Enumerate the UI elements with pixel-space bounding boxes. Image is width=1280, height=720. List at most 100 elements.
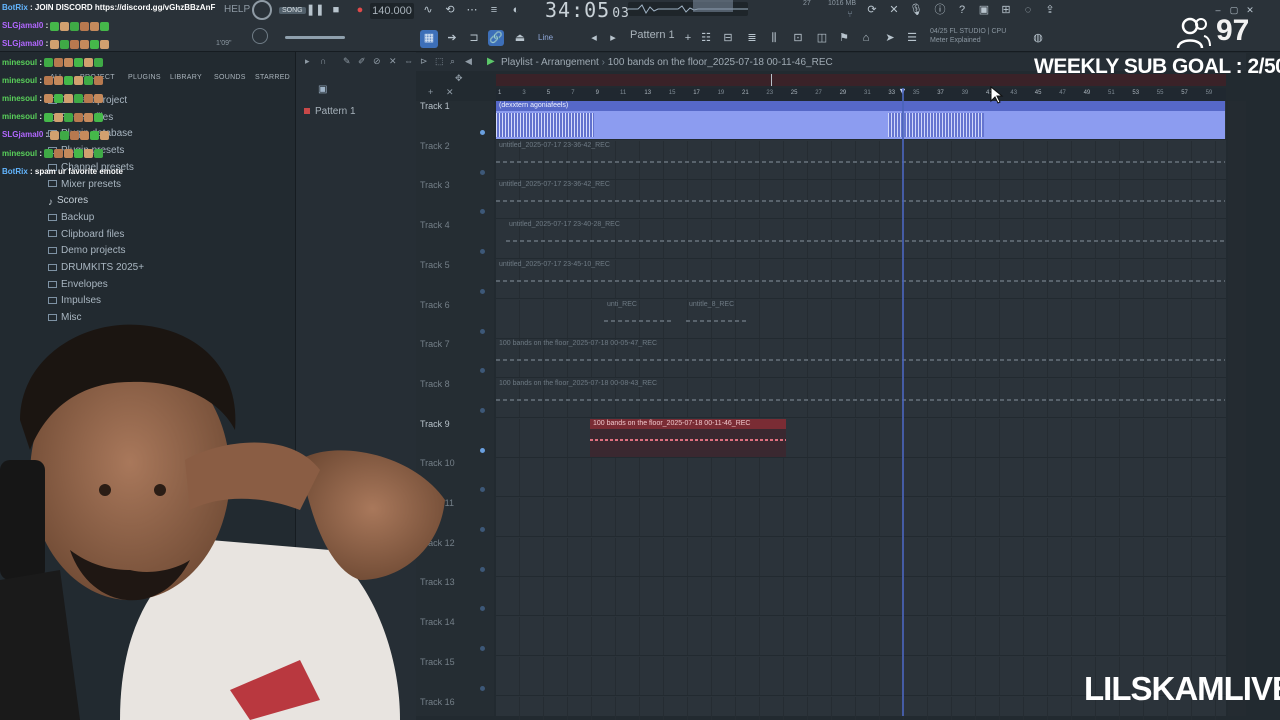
track-lane[interactable]: [496, 537, 1226, 577]
countdown-icon[interactable]: ⋯: [464, 2, 480, 18]
audio-clip[interactable]: untitled_2025-07-17 23-36-42_REC: [496, 141, 1225, 179]
audio-clip[interactable]: 100 bands on the floor_2025-07-18 00-11-…: [590, 418, 786, 457]
track-enable-icon[interactable]: [480, 407, 485, 413]
browser-item[interactable]: Impulses: [48, 295, 101, 311]
browser-item[interactable]: ♪ Scores: [48, 195, 88, 211]
plugin-picker-icon[interactable]: ◫: [814, 30, 830, 46]
vertical-scrollbar[interactable]: [1228, 101, 1246, 716]
close-track-icon[interactable]: ✕: [446, 87, 454, 98]
track-enable-icon[interactable]: [480, 447, 485, 453]
save-icon[interactable]: ▣: [976, 2, 992, 18]
pause-icon[interactable]: ❚❚: [306, 2, 324, 18]
track-enable-icon[interactable]: [480, 685, 485, 691]
audio-clip[interactable]: untitled_2025-07-17 23-40-28_REC: [506, 220, 1225, 258]
stop-icon[interactable]: ■: [328, 2, 344, 18]
pattern-selector[interactable]: Pattern 1: [630, 29, 680, 45]
close-panel-icon[interactable]: ✕: [886, 2, 902, 18]
tempo-display[interactable]: 140.000: [370, 3, 414, 19]
arrow-right-small-icon[interactable]: ▸: [605, 30, 621, 46]
track-enable-icon[interactable]: [480, 169, 485, 175]
help-icon[interactable]: ?: [954, 2, 970, 18]
step-edit-icon[interactable]: ≡: [486, 2, 502, 18]
chat-username[interactable]: SLGjamal0: [2, 39, 43, 48]
track-enable-icon[interactable]: [480, 249, 485, 255]
audio-clip[interactable]: untitled_2025-07-17 23-36-42_REC: [496, 180, 1225, 218]
slip-icon[interactable]: ⇔: [404, 56, 413, 66]
audio-clip[interactable]: 100 bands on the floor_2025-07-18 00-08-…: [496, 379, 1225, 417]
audio-clip[interactable]: (dexxtern agoniafeels): [496, 101, 1225, 139]
track-enable-icon[interactable]: [480, 566, 485, 572]
pattern-list-item[interactable]: Pattern 1: [304, 106, 356, 117]
playlist-view-icon[interactable]: ▦: [420, 30, 438, 48]
track-enable-icon[interactable]: [480, 646, 485, 652]
track-lane[interactable]: [496, 577, 1226, 617]
loop-icon[interactable]: ⟲: [442, 2, 458, 18]
playlist-menu-icon[interactable]: ▸: [305, 56, 310, 67]
zoom-icon[interactable]: ⌕: [450, 56, 455, 67]
record-arm-icon[interactable]: ⏏: [512, 30, 528, 46]
tempo-tapper-icon[interactable]: ⚑: [836, 30, 852, 46]
piano-roll-icon[interactable]: ⊟: [720, 30, 736, 46]
track-header[interactable]: Track 2: [420, 141, 450, 151]
track-header[interactable]: Track 3: [420, 180, 450, 190]
track-lane[interactable]: [496, 498, 1226, 537]
track-header[interactable]: Track 1: [420, 101, 450, 111]
chat-username[interactable]: minesoul: [2, 112, 37, 121]
mixer-icon[interactable]: ⫼: [766, 30, 782, 46]
pencil-icon[interactable]: ✎: [343, 56, 351, 67]
track-enable-icon[interactable]: [480, 288, 485, 294]
draw-mode[interactable]: Line: [538, 33, 553, 42]
refresh-icon[interactable]: ⟳: [864, 2, 880, 18]
plugin-icon[interactable]: ⊞: [998, 2, 1014, 18]
browser-item[interactable]: Backup: [48, 212, 94, 228]
track-header[interactable]: Track 6: [420, 300, 450, 310]
play-preview-icon[interactable]: ▶: [487, 56, 495, 67]
browser-item[interactable]: Demo projects: [48, 245, 125, 261]
add-track-icon[interactable]: +: [428, 87, 433, 97]
metronome-icon[interactable]: ∿: [420, 2, 436, 18]
playhead[interactable]: [902, 88, 904, 716]
globe-icon[interactable]: ◍: [1030, 30, 1046, 46]
blend-icon[interactable]: ◐: [508, 2, 524, 18]
browser-item[interactable]: DRUMKITS 2025+: [48, 262, 144, 278]
chat-username[interactable]: BotRix: [2, 3, 28, 12]
speaker-icon[interactable]: ◀: [465, 56, 472, 67]
chat-username[interactable]: SLGjamal0: [2, 21, 43, 30]
move-icon[interactable]: ✥: [455, 73, 463, 84]
arrow-right-icon[interactable]: ➔: [444, 30, 460, 46]
track-enable-icon[interactable]: [480, 487, 485, 493]
track-enable-icon[interactable]: [480, 368, 485, 374]
slice-icon[interactable]: ⊳: [420, 56, 428, 67]
track-header[interactable]: Track 4: [420, 220, 450, 230]
track-header[interactable]: Track 5: [420, 260, 450, 270]
chat-username[interactable]: BotRix: [2, 167, 28, 176]
track-enable-icon[interactable]: [480, 328, 485, 334]
touch-keyboard-icon[interactable]: ⌂: [858, 30, 874, 46]
delete-icon[interactable]: ⊘: [373, 56, 381, 67]
browser-item[interactable]: Clipboard files: [48, 229, 124, 245]
chat-username[interactable]: minesoul: [2, 149, 37, 158]
upload-icon[interactable]: ⇪: [1042, 2, 1058, 18]
send-icon[interactable]: ➤: [882, 30, 898, 46]
audio-clip[interactable]: 100 bands on the floor_2025-07-18 00-05-…: [496, 339, 1225, 377]
link-icon[interactable]: 🔗: [488, 30, 504, 46]
magnet-icon[interactable]: ∩: [320, 56, 326, 66]
track-lane[interactable]: [496, 617, 1226, 657]
browser-item[interactable]: Mixer presets: [48, 179, 121, 195]
select-icon[interactable]: ⬚: [435, 56, 444, 67]
tuning-fork-icon[interactable]: ⑂: [842, 6, 858, 22]
chat-username[interactable]: SLGjamal0: [2, 130, 43, 139]
snap-icon[interactable]: ⊐: [466, 30, 482, 46]
mute-icon[interactable]: ✕: [389, 56, 397, 67]
chat-username[interactable]: minesoul: [2, 94, 37, 103]
record-icon[interactable]: ●: [352, 2, 368, 18]
info-icon[interactable]: ⓘ: [932, 2, 948, 18]
audio-clip[interactable]: untitled_2025-07-17 23-45-10_REC: [496, 260, 1225, 298]
timeline-ruler[interactable]: 1 3 5 7 9 11 13 15 17 19 21 23 25 27 29 31 33 35 37 39 41 43 4…: [496, 88, 1226, 101]
chat-username[interactable]: minesoul: [2, 76, 37, 85]
track-lane[interactable]: [496, 458, 1226, 498]
track-enable-icon[interactable]: [480, 527, 485, 532]
list-icon[interactable]: ☰: [904, 30, 920, 46]
browser-item[interactable]: Envelopes: [48, 279, 108, 295]
arrow-left-icon[interactable]: ◂: [586, 30, 602, 46]
